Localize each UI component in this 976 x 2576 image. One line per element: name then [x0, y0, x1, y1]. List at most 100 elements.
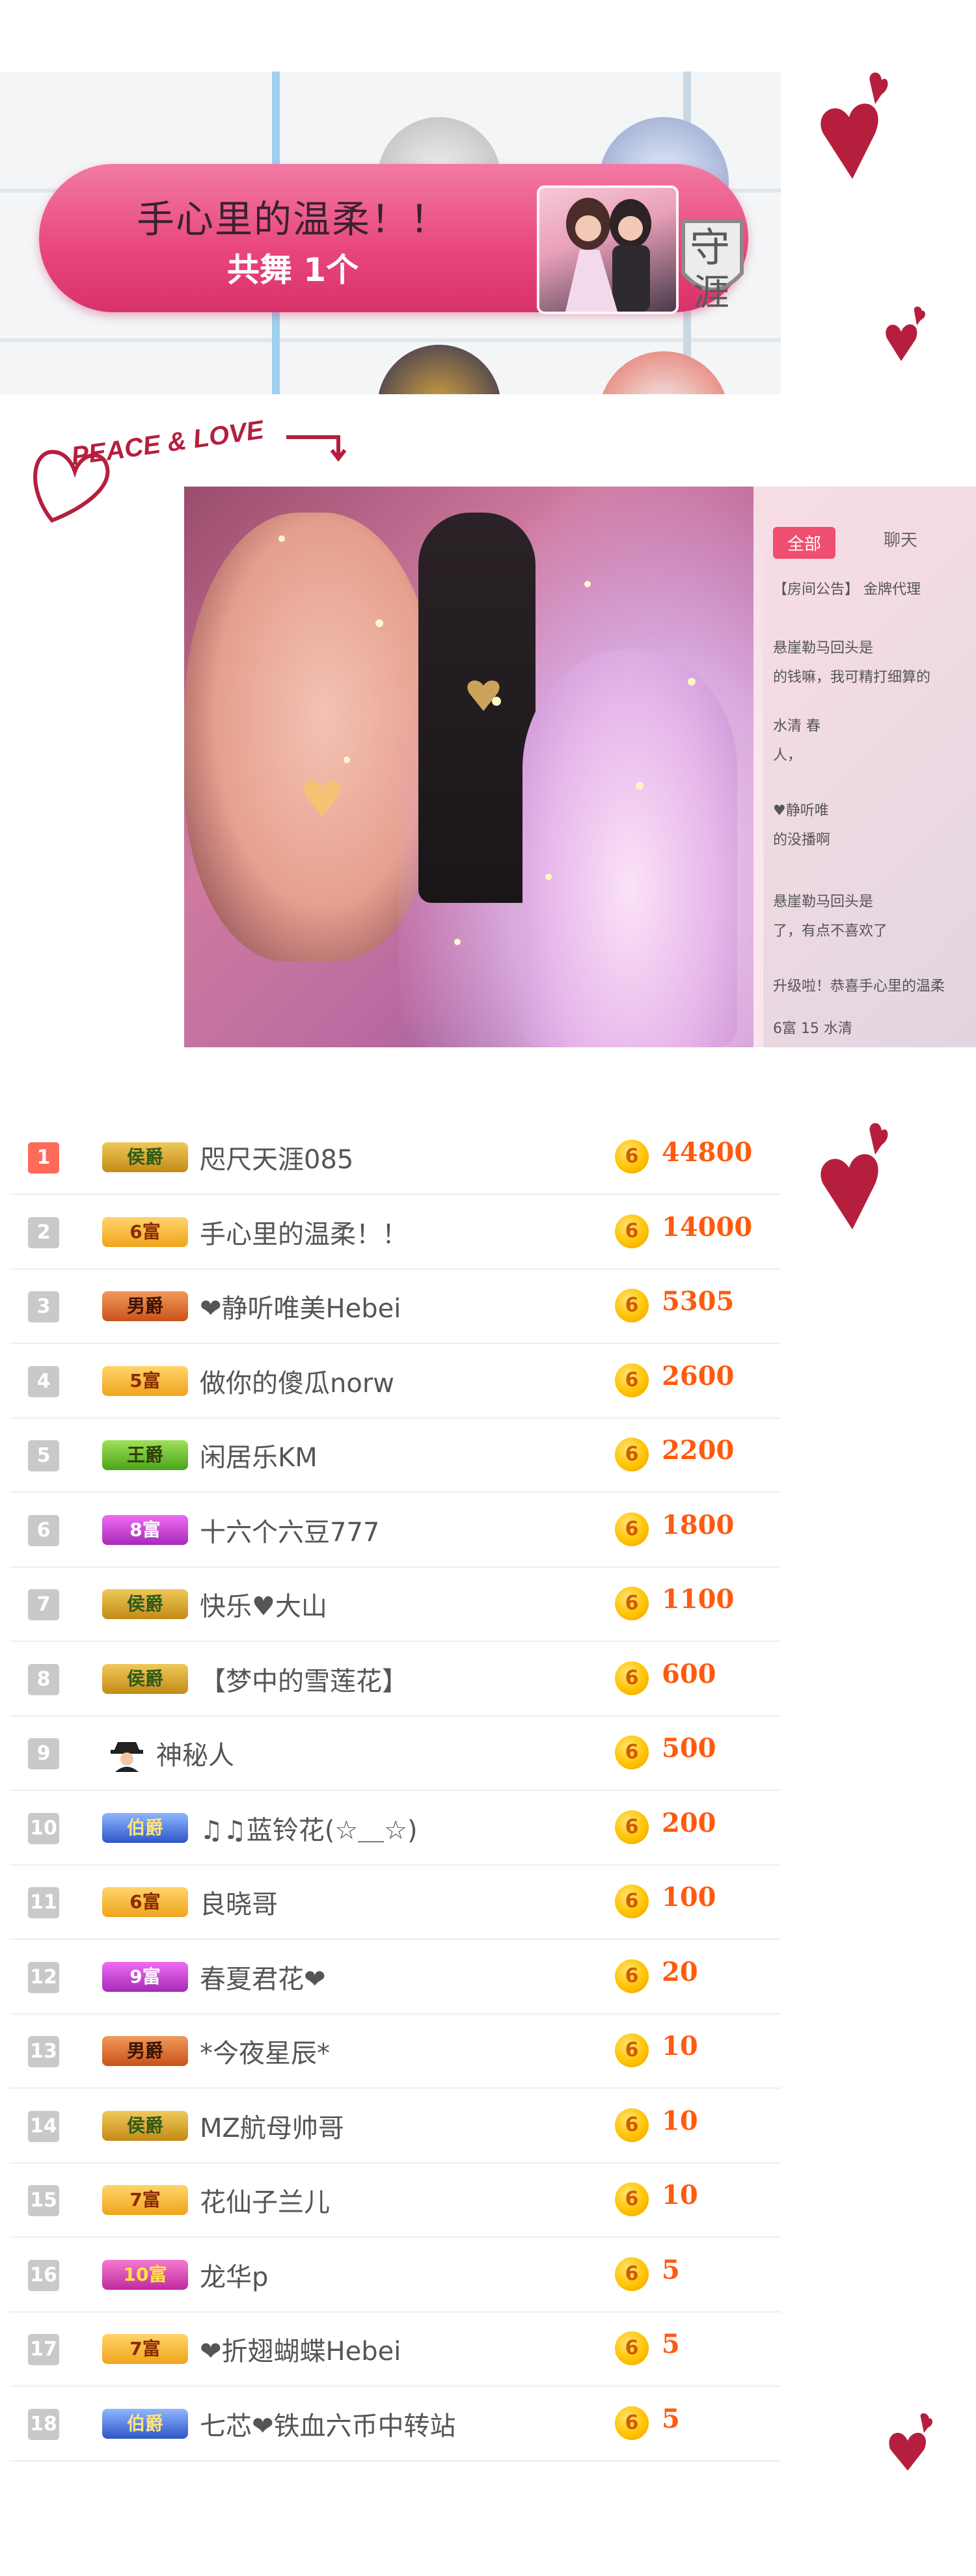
gift-amount: 600 [662, 1658, 716, 1689]
table-row[interactable]: 6 8富 十六个六豆777 6 1800 [10, 1492, 781, 1568]
coin-icon: 6 [615, 1661, 649, 1695]
chat-line: 悬崖勒马回头是 [773, 894, 874, 910]
table-row[interactable]: 13 男爵 *今夜星辰* 6 10 [10, 2013, 781, 2089]
table-row[interactable]: 5 王爵 闲居乐KM 6 2200 [10, 1417, 781, 1493]
chat-line: 人， [773, 747, 802, 764]
gift-amount: 5 [662, 2254, 680, 2285]
table-row[interactable]: 1 侯爵 咫尺天涯085 6 44800 [10, 1119, 781, 1195]
tab-chat[interactable]: 聊天 [884, 527, 917, 551]
user-name[interactable]: 良晓哥 [200, 1883, 278, 1921]
rank-title-badge: 伯爵 [102, 1812, 188, 1843]
table-row[interactable]: 3 男爵 ❤静听唯美Hebei 6 5305 [10, 1268, 781, 1344]
gift-amount: 10 [662, 2180, 698, 2210]
chat-panel: 全部 聊天 【房间公告】 金牌代理 悬崖勒马回头是 的钱嘛，我可精打细算的 水清… [753, 487, 976, 1047]
rank-title-badge: 7富 [102, 2334, 188, 2364]
table-row[interactable]: 8 侯爵 【梦中的雪莲花】 6 600 [10, 1641, 781, 1717]
table-row[interactable]: 7 侯爵 快乐♥大山 6 1100 [10, 1566, 781, 1642]
coin-icon: 6 [615, 2108, 649, 2142]
chat-line: ♥静听唯 [773, 803, 829, 819]
coin-icon: 6 [615, 1289, 649, 1322]
rank-title-badge: 7富 [102, 2185, 188, 2215]
table-row[interactable]: 12 9富 春夏君花❤ 6 20 [10, 1939, 781, 2015]
heart-icon [885, 2413, 937, 2475]
rank-badge: 2 [28, 1216, 59, 1248]
rank-title-badge: 侯爵 [102, 1589, 188, 1619]
coin-icon: 6 [615, 2182, 649, 2216]
rank-title-badge: 6富 [102, 1216, 188, 1247]
avatar-orb [377, 345, 501, 394]
gift-banner-section: 手心里的温柔！！ 共舞 1个 守 涯 [0, 0, 976, 394]
table-row[interactable]: 2 6富 手心里的温柔！！ 6 14000 [10, 1194, 781, 1270]
heart-icon [817, 1119, 888, 1239]
rank-badge: 13 [28, 2036, 59, 2067]
gift-amount: 5 [662, 2403, 680, 2434]
gift-amount: 10 [662, 2031, 698, 2061]
rank-title-badge: 9富 [102, 1961, 188, 1992]
chat-line: 6富 15 水清 [773, 1021, 852, 1037]
chat-line: 的没播啊 [773, 832, 831, 848]
gift-amount: 14000 [662, 1211, 753, 1242]
rank-badge: 10 [28, 1812, 59, 1844]
user-name[interactable]: 【梦中的雪莲花】 [200, 1660, 408, 1698]
rank-title-badge: 6富 [102, 1887, 188, 1917]
gift-sender-name: 手心里的温柔！！ [136, 197, 449, 241]
user-name[interactable]: 做你的傻瓜norw [200, 1362, 394, 1400]
gift-amount: 2600 [662, 1360, 735, 1391]
table-row[interactable]: 16 10富 龙华p 6 5 [10, 2236, 781, 2313]
table-row[interactable]: 11 6富 良晓哥 6 100 [10, 1864, 781, 1940]
rank-badge: 14 [28, 2110, 59, 2142]
tab-all[interactable]: 全部 [773, 527, 836, 559]
user-name[interactable]: *今夜星辰* [200, 2032, 330, 2070]
coin-icon: 6 [615, 1512, 649, 1546]
rank-badge: 1 [28, 1142, 59, 1174]
user-name[interactable]: 七芯❤铁血六币中转站 [200, 2405, 456, 2443]
gift-amount: 500 [662, 1733, 716, 1764]
rank-title-badge: 伯爵 [102, 2408, 188, 2439]
rank-title-badge: 5富 [102, 1365, 188, 1396]
gift-count: 共舞 1个 [226, 251, 359, 289]
user-name[interactable]: ❤折翅蝴蝶Hebei [200, 2330, 401, 2368]
user-name[interactable]: 十六个六豆777 [200, 1511, 379, 1549]
rank-badge: 17 [28, 2334, 59, 2365]
user-name[interactable]: 咫尺天涯085 [200, 1138, 353, 1176]
gift-amount: 5 [662, 2329, 680, 2359]
coin-icon: 6 [615, 2257, 649, 2291]
table-row[interactable]: 10 伯爵 ♫♫蓝铃花(☆＿☆) 6 200 [10, 1790, 781, 1866]
dancing-couple-icon [565, 198, 651, 312]
table-row[interactable]: 15 7富 花仙子兰儿 6 10 [10, 2162, 781, 2238]
user-name[interactable]: ♫♫蓝铃花(☆＿☆) [200, 1809, 418, 1847]
user-name[interactable]: 快乐♥大山 [200, 1585, 327, 1623]
user-name[interactable]: MZ航母帅哥 [200, 2107, 344, 2145]
rank-badge: 12 [28, 1961, 59, 1993]
gift-amount: 100 [662, 1882, 716, 1912]
gift-amount: 5305 [662, 1286, 735, 1317]
chat-line: 了，有点不喜欢了 [773, 923, 888, 939]
user-name[interactable]: 花仙子兰儿 [200, 2181, 330, 2219]
rank-title-badge: 侯爵 [102, 1663, 188, 1694]
chat-line: 升级啦！恭喜手心里的温柔 [773, 978, 945, 995]
user-name[interactable]: 春夏君花❤ [200, 1958, 326, 1996]
user-name[interactable]: 手心里的温柔！！ [200, 1213, 408, 1251]
rank-title-badge: 侯爵 [102, 1142, 188, 1172]
gift-amount: 1100 [662, 1584, 735, 1615]
user-name[interactable]: 神秘人 [156, 1734, 234, 1772]
rank-badge: 7 [28, 1589, 59, 1620]
table-row[interactable]: 9 神秘人 6 500 [10, 1715, 781, 1791]
chat-line: 悬崖勒马回头是 [773, 640, 874, 656]
user-name[interactable]: 闲居乐KM [200, 1436, 318, 1474]
grid-line [0, 338, 781, 342]
gift-amount: 20 [662, 1956, 698, 1987]
heart-icon [882, 306, 927, 367]
coin-icon: 6 [615, 2033, 649, 2067]
table-row[interactable]: 4 5富 做你的傻瓜norw 6 2600 [10, 1343, 781, 1419]
rank-badge: 9 [28, 1738, 59, 1769]
chat-line: 水清 春 [773, 718, 820, 734]
user-name[interactable]: ❤静听唯美Hebei [200, 1287, 401, 1325]
gift-amount: 200 [662, 1807, 716, 1838]
table-row[interactable]: 18 伯爵 七芯❤铁血六币中转站 6 5 [10, 2385, 781, 2462]
gift-amount: 2200 [662, 1435, 735, 1466]
spy-icon [107, 1733, 146, 1772]
table-row[interactable]: 14 侯爵 MZ航母帅哥 6 10 [10, 2087, 781, 2164]
user-name[interactable]: 龙华p [200, 2256, 268, 2294]
table-row[interactable]: 17 7富 ❤折翅蝴蝶Hebei 6 5 [10, 2311, 781, 2387]
